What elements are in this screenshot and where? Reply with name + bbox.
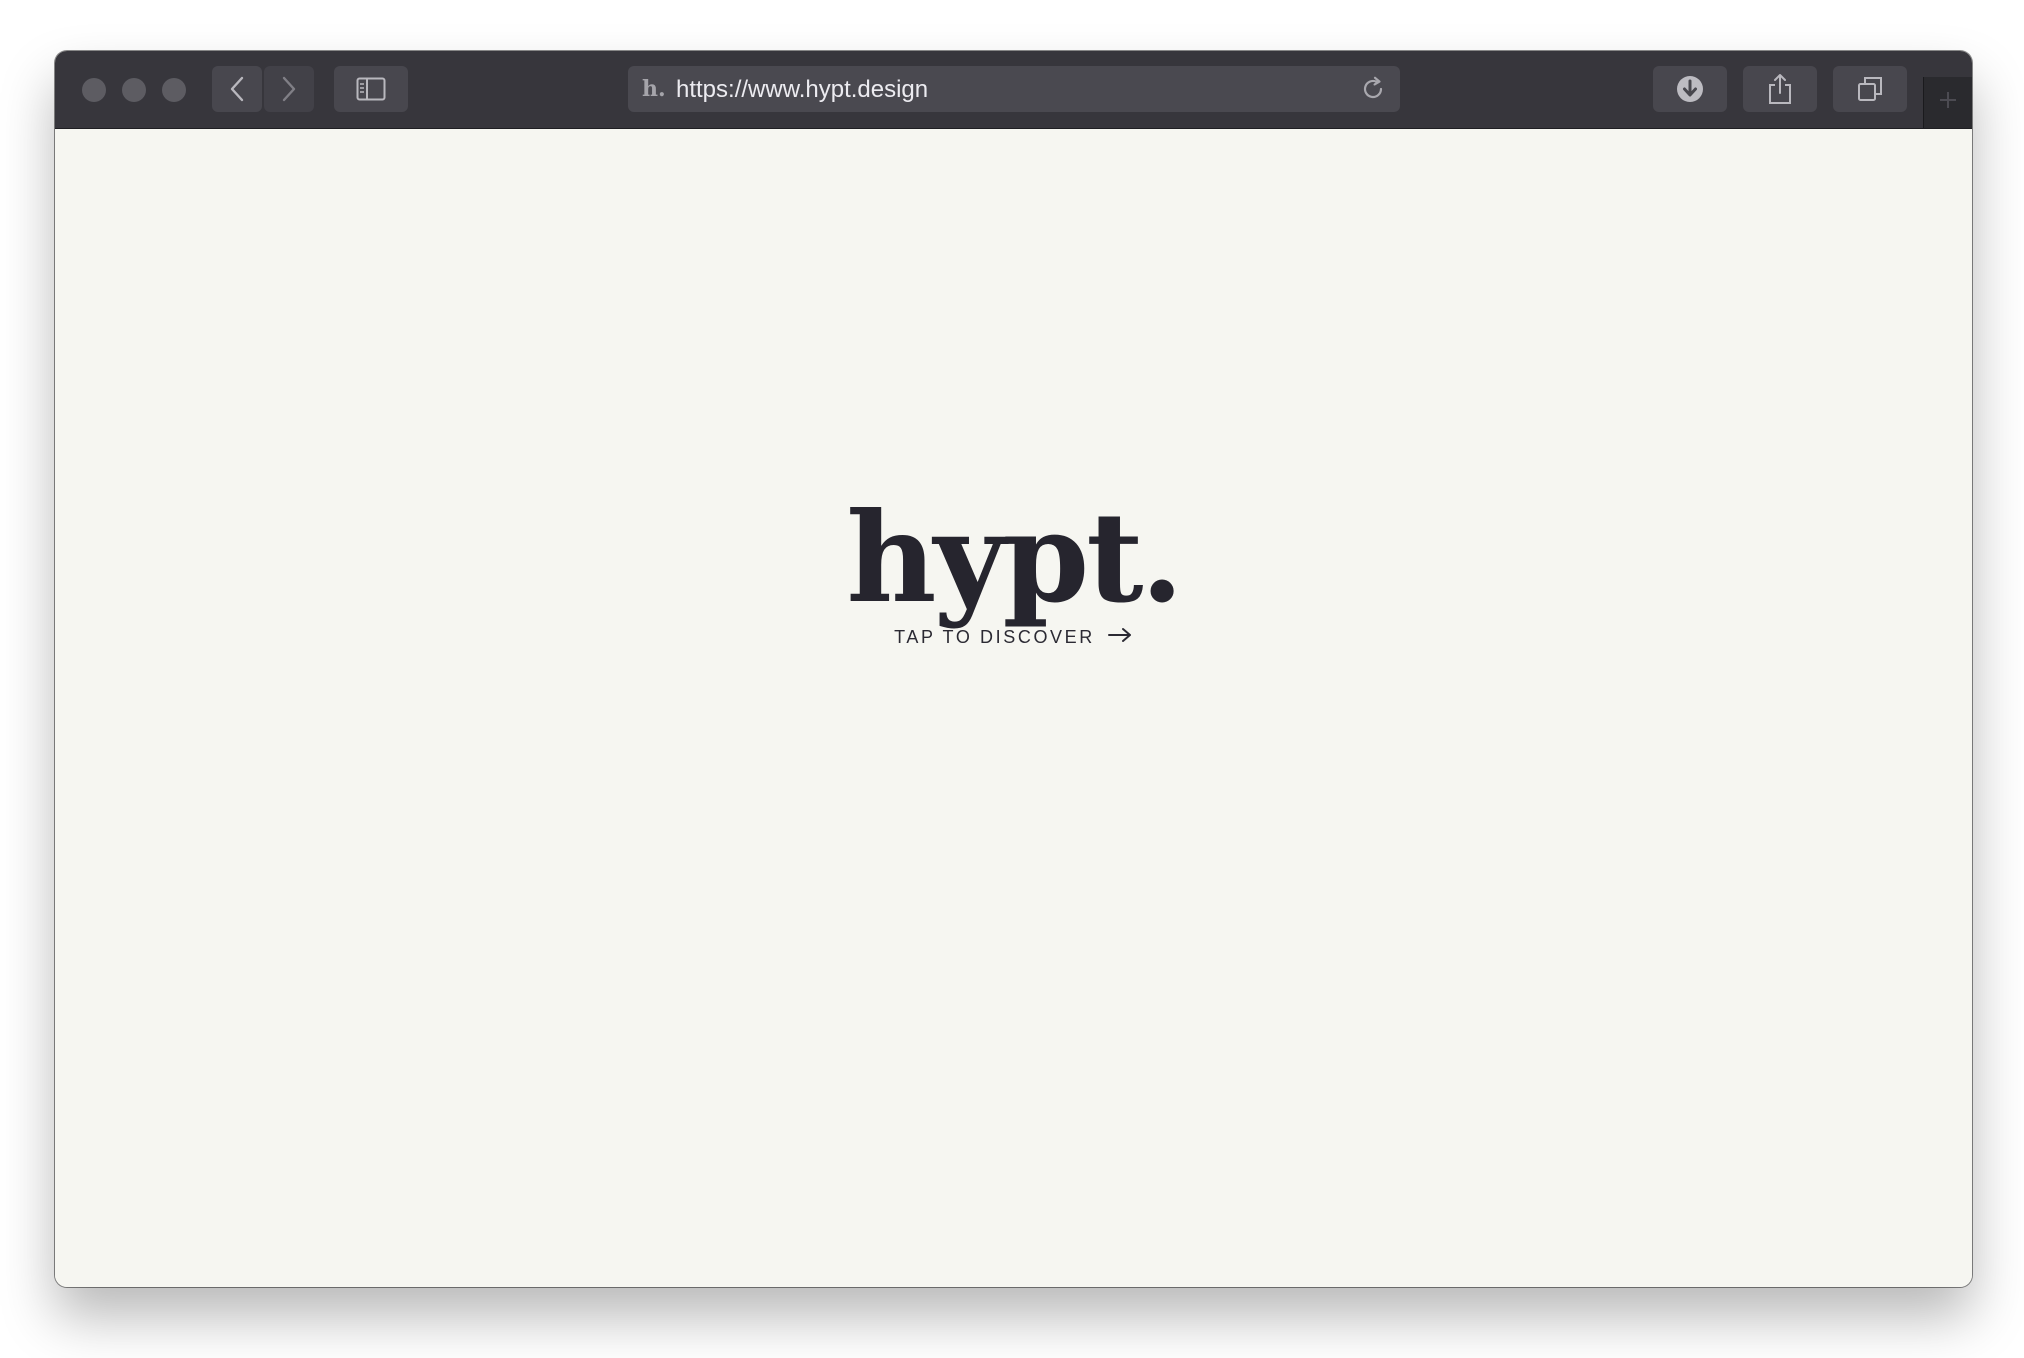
new-tab-button[interactable] [1923,77,1972,128]
tap-to-discover-link[interactable]: TAP TO DISCOVER [55,627,1972,648]
reload-icon[interactable] [1360,76,1386,107]
tabs-overview-icon [1856,75,1884,103]
back-button[interactable] [212,66,262,112]
sidebar-button[interactable] [334,66,408,112]
share-button[interactable] [1743,66,1817,112]
forward-button[interactable] [264,66,314,112]
minimize-window-button[interactable] [122,78,146,102]
zoom-window-button[interactable] [162,78,186,102]
arrow-right-icon [1107,627,1133,648]
plus-icon [1938,90,1958,115]
cta-label: TAP TO DISCOVER [894,627,1095,647]
downloads-button[interactable] [1653,66,1727,112]
browser-toolbar: h. https://www.hypt.design [55,51,1972,129]
address-bar[interactable]: h. https://www.hypt.design [628,66,1400,112]
chevron-right-icon [281,76,297,102]
close-window-button[interactable] [82,78,106,102]
url-text[interactable]: https://www.hypt.design [676,76,928,104]
share-icon [1767,73,1793,105]
browser-window: h. https://www.hypt.design hypt. TAP TO … [55,51,1972,1287]
download-icon [1675,74,1705,104]
sidebar-icon [356,77,386,101]
page-content: hypt. TAP TO DISCOVER [55,129,1972,1287]
site-favicon: h. [642,76,666,102]
tab-overview-button[interactable] [1833,66,1907,112]
brand-logo: hypt. [846,486,1183,631]
chevron-left-icon [229,76,245,102]
